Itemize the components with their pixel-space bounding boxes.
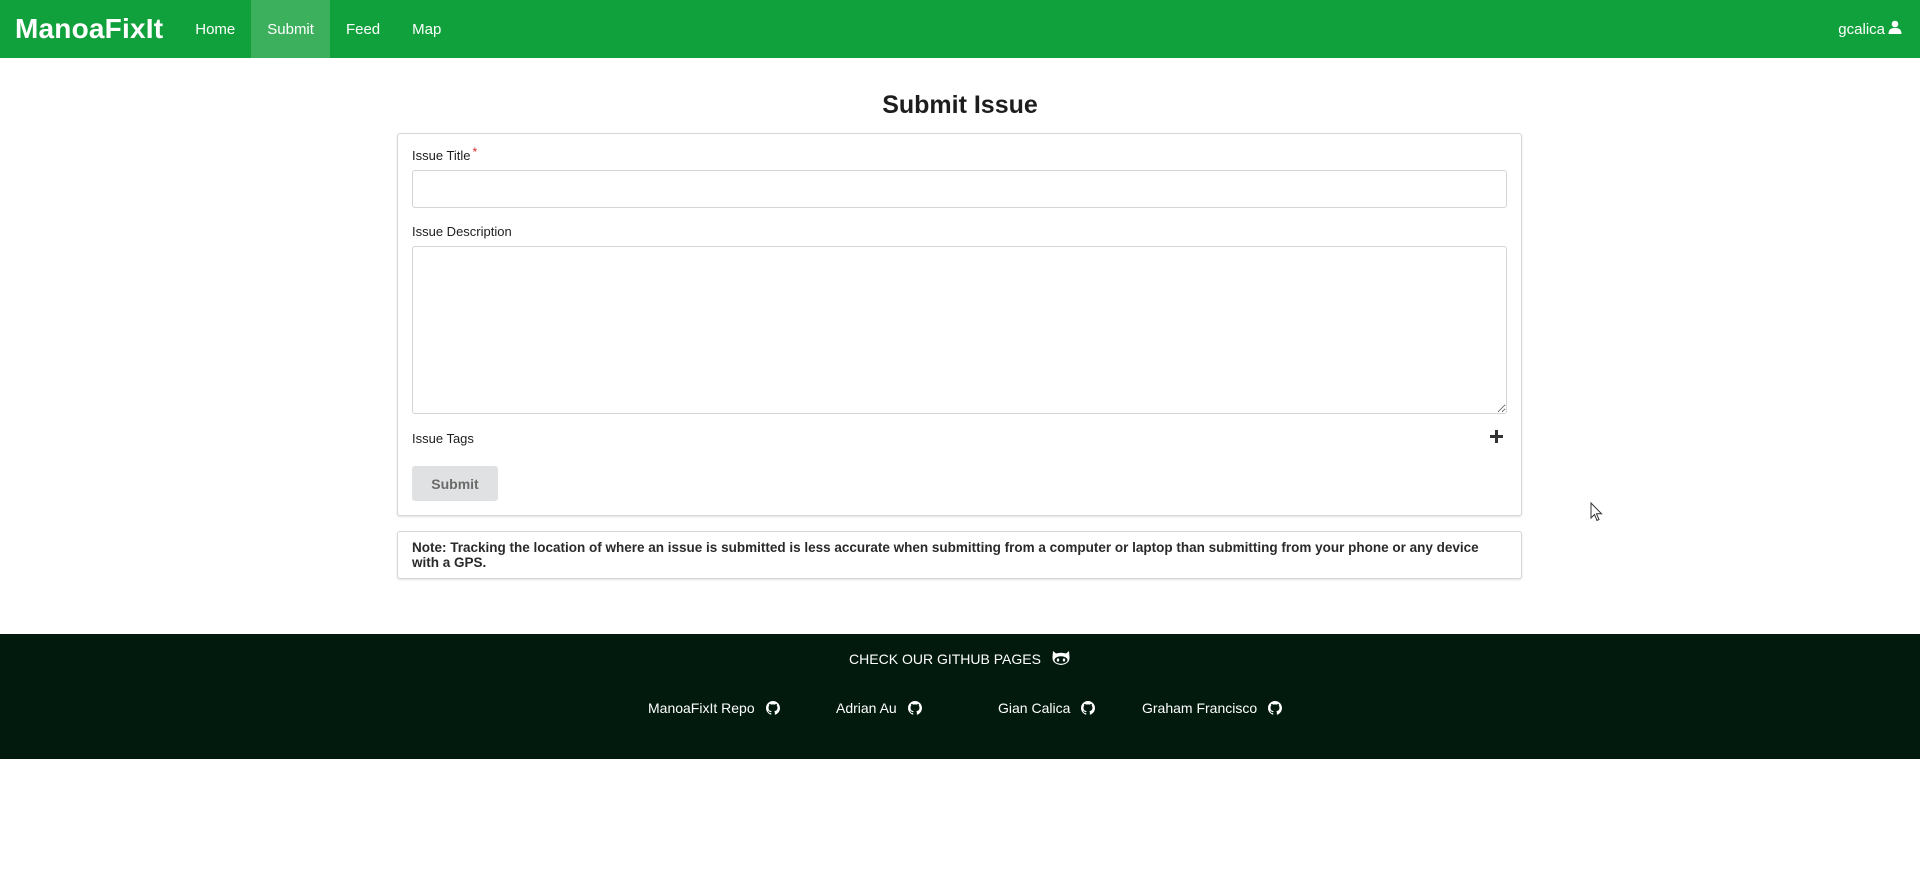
footer-link-adrian-au[interactable]: Adrian Au <box>836 700 922 716</box>
mouse-cursor-icon <box>1590 501 1603 527</box>
user-icon <box>1888 20 1902 38</box>
issue-tags-row: Issue Tags <box>412 428 1507 448</box>
plus-icon[interactable] <box>1490 428 1503 448</box>
footer: CHECK OUR GITHUB PAGES ManoaFixIt Repo A… <box>0 634 1920 759</box>
gps-note: Note: Tracking the location of where an … <box>397 531 1522 579</box>
issue-description-textarea[interactable] <box>412 246 1507 414</box>
issue-title-label-text: Issue Title <box>412 148 471 163</box>
octocat-icon <box>1051 649 1071 670</box>
footer-link-label: ManoaFixIt Repo <box>648 700 755 716</box>
footer-title-text: CHECK OUR GITHUB PAGES <box>849 651 1041 667</box>
footer-link-manoafixit-repo[interactable]: ManoaFixIt Repo <box>648 700 780 716</box>
footer-link-label: Gian Calica <box>998 700 1071 716</box>
submit-button[interactable]: Submit <box>412 466 498 501</box>
issue-title-label: Issue Title * <box>412 145 1507 163</box>
issue-description-label: Issue Description <box>412 224 512 239</box>
user-menu[interactable]: gcalica <box>1838 0 1902 58</box>
github-icon <box>907 701 922 715</box>
brand-logo[interactable]: ManoaFixIt <box>0 0 179 58</box>
issue-tags-label: Issue Tags <box>412 430 474 446</box>
page-title: Submit Issue <box>882 91 1038 119</box>
username: gcalica <box>1838 20 1885 38</box>
nav-item-feed[interactable]: Feed <box>330 0 396 58</box>
gps-note-text: Note: Tracking the location of where an … <box>412 540 1479 570</box>
nav-item-submit[interactable]: Submit <box>251 0 330 58</box>
github-icon <box>1268 701 1283 715</box>
submit-issue-form: Issue Title * Issue Description Issue Tag… <box>397 133 1522 516</box>
footer-link-gian-calica[interactable]: Gian Calica <box>998 700 1096 716</box>
nav-item-map[interactable]: Map <box>396 0 457 58</box>
issue-title-input[interactable] <box>412 170 1507 208</box>
top-navbar: ManoaFixIt Home Submit Feed Map gcalica <box>0 0 1920 58</box>
footer-title: CHECK OUR GITHUB PAGES <box>0 634 1920 684</box>
footer-link-graham-francisco[interactable]: Graham Francisco <box>1142 700 1283 716</box>
footer-link-label: Graham Francisco <box>1142 700 1258 716</box>
required-marker: * <box>472 145 478 159</box>
github-icon <box>1081 701 1096 715</box>
nav-item-home[interactable]: Home <box>179 0 251 58</box>
github-icon <box>765 701 780 715</box>
footer-link-label: Adrian Au <box>836 700 897 716</box>
